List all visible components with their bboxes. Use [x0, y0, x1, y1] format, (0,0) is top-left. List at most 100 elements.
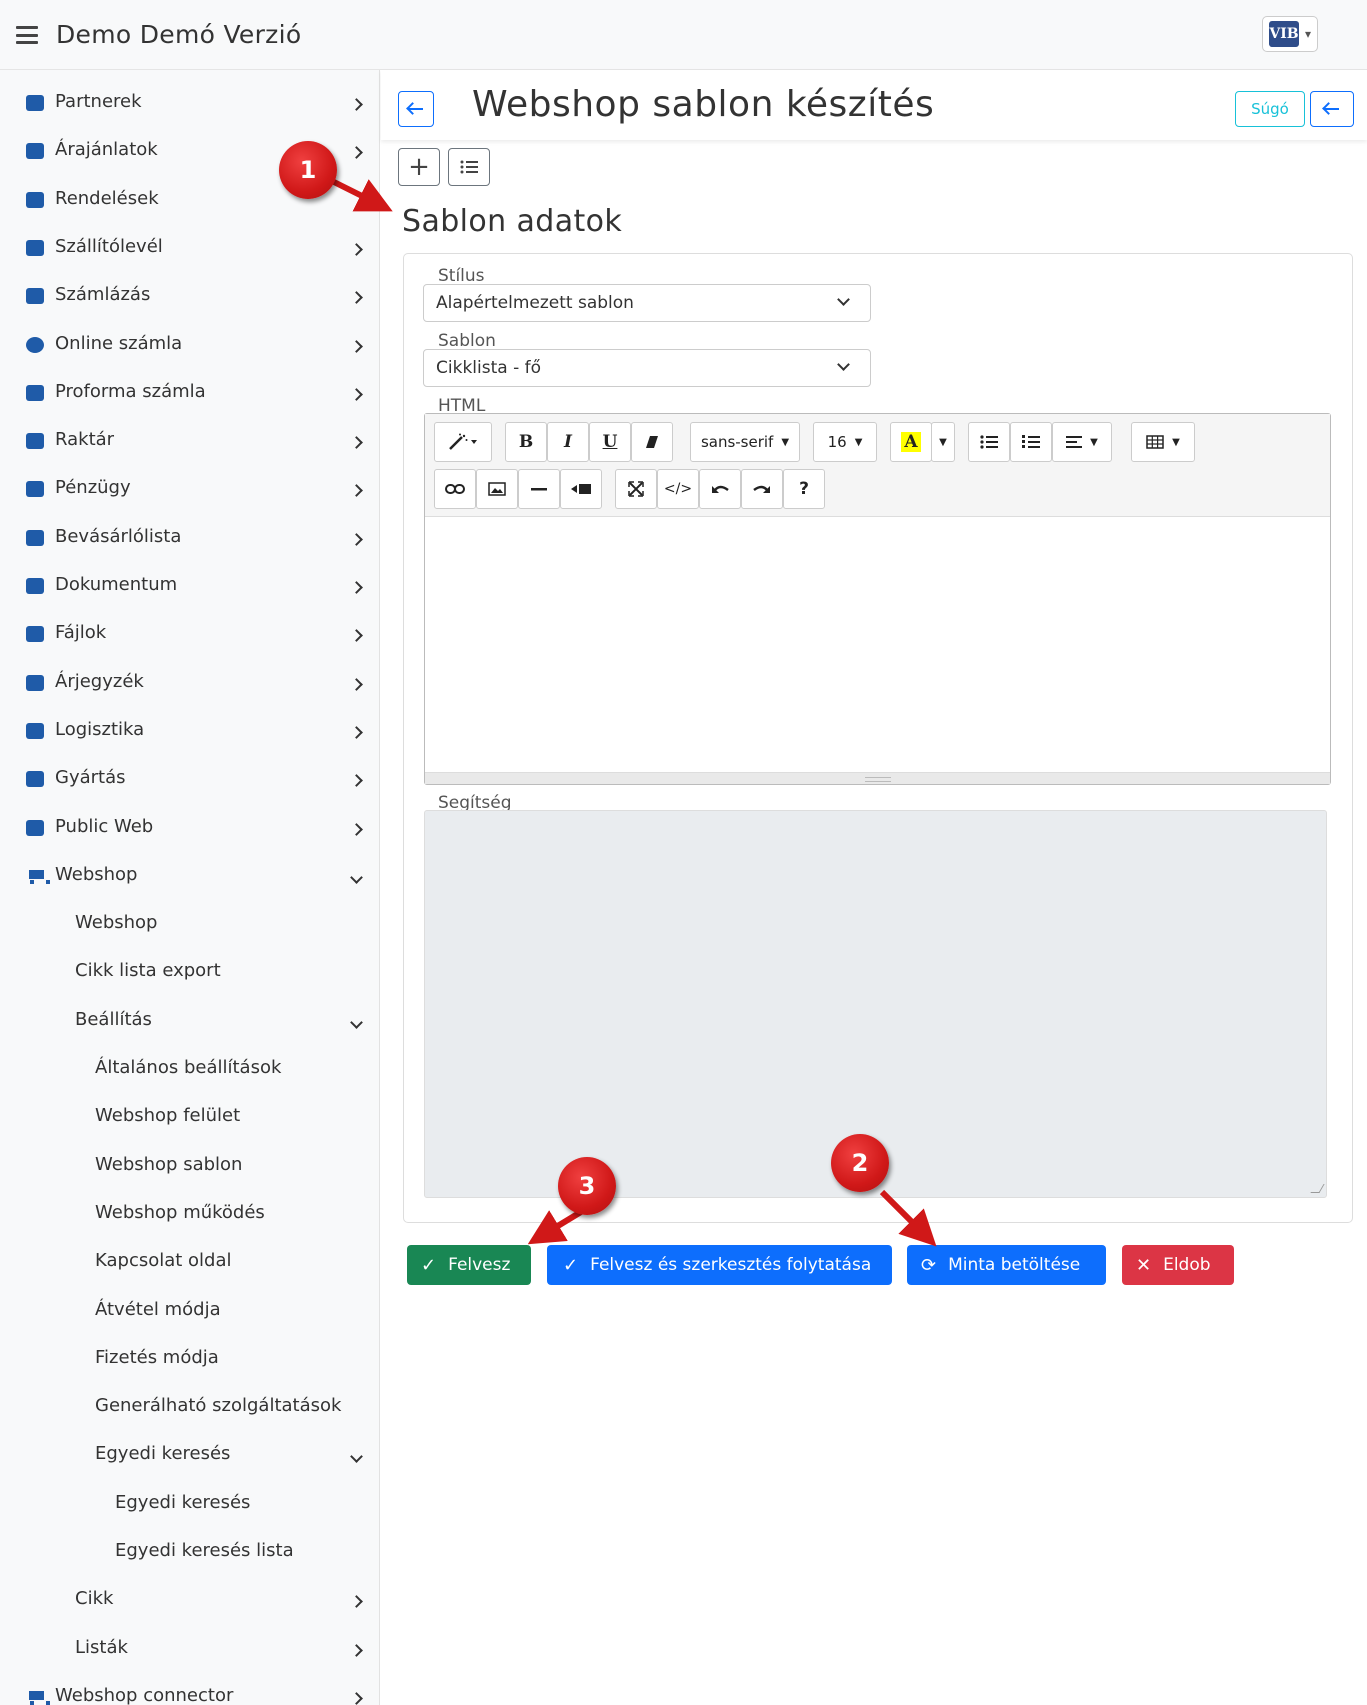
save-continue-button[interactable]: ✓ Felvesz és szerkesztés folytatása [547, 1245, 892, 1285]
chevron-right-icon [350, 91, 363, 113]
font-size-select[interactable]: 16 ▼ [813, 422, 877, 462]
sidebar-item-label: Webshop működés [95, 1201, 265, 1223]
video-icon[interactable] [560, 469, 602, 509]
sidebar-item-label: Webshop felület [95, 1105, 241, 1127]
chevron-right-icon [350, 1685, 363, 1705]
sidebar-item-label: Fájlok [55, 622, 107, 644]
code-view-icon[interactable]: </> [657, 469, 699, 509]
sidebar-item-label: Partnerek [55, 91, 142, 112]
sidebar-item-pénzügy[interactable]: Pénzügy [0, 465, 379, 513]
sidebar-item-kapcsolat-oldal[interactable]: Kapcsolat oldal [0, 1238, 379, 1286]
style-select[interactable]: Alapértelmezett sablon [423, 284, 871, 322]
sidebar-item-egyedi-keresés[interactable]: Egyedi keresés [0, 1431, 379, 1479]
sidebar-item-label: Kapcsolat oldal [95, 1250, 232, 1272]
back-button-right[interactable] [1310, 91, 1354, 127]
sidebar-item-átvétel-módja[interactable]: Átvétel módja [0, 1287, 379, 1335]
highlight-color-button[interactable]: A [890, 422, 932, 462]
sidebar-item-webshop[interactable]: Webshop [0, 900, 379, 948]
sidebar-item-szállítólevél[interactable]: Szállítólevél [0, 224, 379, 272]
sidebar-item-label: Cikk lista export [75, 960, 221, 982]
sidebar-item-listák[interactable]: Listák [0, 1625, 379, 1673]
add-button[interactable]: + [398, 148, 440, 186]
save-button[interactable]: ✓ Felvesz [407, 1245, 531, 1285]
logo-dropdown[interactable]: VIB ▾ [1262, 16, 1318, 52]
chevron-right-icon [350, 381, 363, 403]
eraser-icon[interactable] [631, 422, 673, 462]
html-editor-content[interactable] [425, 517, 1330, 772]
sidebar-item-egyedi-keresés[interactable]: Egyedi keresés [0, 1480, 379, 1528]
sidebar-item-cikk[interactable]: Cikk [0, 1576, 379, 1624]
top-bar: Demo Demó Verzió VIB ▾ [0, 0, 1367, 70]
sidebar: Partnerek Árajánlatok Rendelések Szállítóle… [0, 70, 380, 1705]
sidebar-item-label: Webshop connector [55, 1684, 234, 1705]
horizontal-rule-icon[interactable] [518, 469, 560, 509]
ordered-list-icon[interactable] [1010, 422, 1052, 462]
help-icon[interactable]: ? [783, 469, 825, 509]
sidebar-item-webshop-működés[interactable]: Webshop működés [0, 1190, 379, 1238]
sidebar-item-gyártás[interactable]: Gyártás [0, 755, 379, 803]
underline-button[interactable]: U [589, 422, 631, 462]
link-icon[interactable] [434, 469, 476, 509]
highlight-caret-icon[interactable]: ▼ [931, 422, 955, 462]
hamburger-menu-icon[interactable] [16, 26, 38, 44]
editor-resize-handle[interactable] [425, 772, 1330, 784]
image-icon[interactable] [476, 469, 518, 509]
sidebar-item-webshop-connector[interactable]: Webshop connector [0, 1673, 379, 1705]
sidebar-item-online-számla[interactable]: Online számla [0, 321, 379, 369]
help-button[interactable]: Súgó [1235, 91, 1305, 127]
list-button[interactable] [448, 148, 490, 186]
template-select[interactable]: Cikklista - fő [423, 349, 871, 387]
sidebar-item-label: Public Web [55, 815, 154, 837]
chevron-down-icon [350, 864, 363, 886]
sidebar-item-label: Gyártás [55, 767, 126, 789]
sidebar-item-label: Logisztika [55, 718, 145, 740]
italic-button[interactable]: I [547, 422, 589, 462]
sidebar-item-label: Webshop [75, 912, 158, 934]
sidebar-item-webshop-sablon[interactable]: Webshop sablon [0, 1142, 379, 1190]
bold-button[interactable]: B [505, 422, 547, 462]
sidebar-item-fizetés-módja[interactable]: Fizetés módja [0, 1335, 379, 1383]
annotation-marker-1: 1 [279, 141, 337, 199]
highlight-label: A [901, 432, 921, 452]
sidebar-item-bevásárlólista[interactable]: Bevásárlólista [0, 514, 379, 562]
html-editor: B I U sans-serif ▼ 16 ▼ A ▼ ▼ ▼ </> ? [424, 413, 1331, 785]
save-button-label: Felvesz [448, 1255, 511, 1275]
sidebar-item-generálható-szolgáltatások[interactable]: Generálható szolgáltatások [0, 1383, 379, 1431]
unordered-list-icon[interactable] [968, 422, 1010, 462]
editor-toolbar: B I U sans-serif ▼ 16 ▼ A ▼ ▼ ▼ </> ? [425, 414, 1330, 517]
sidebar-item-cikk-lista-export[interactable]: Cikk lista export [0, 948, 379, 996]
sidebar-item-beállítás[interactable]: Beállítás [0, 997, 379, 1045]
sidebar-item-számlázás[interactable]: Számlázás [0, 272, 379, 320]
money-icon [26, 481, 44, 498]
undo-icon[interactable] [699, 469, 741, 509]
sidebar-item-partnerek[interactable]: Partnerek [0, 79, 379, 127]
load-sample-button[interactable]: ⟳ Minta betöltése [907, 1245, 1106, 1285]
clipboard-icon [26, 239, 44, 256]
sidebar-item-egyedi-keresés-lista[interactable]: Egyedi keresés lista [0, 1528, 379, 1576]
sidebar-item-logisztika[interactable]: Logisztika [0, 707, 379, 755]
redo-icon[interactable] [741, 469, 783, 509]
sidebar-item-webshop[interactable]: Webshop [0, 852, 379, 900]
align-dropdown[interactable]: ▼ [1052, 422, 1112, 462]
sidebar-item-dokumentum[interactable]: Dokumentum [0, 562, 379, 610]
sidebar-item-általános-beállítások[interactable]: Általános beállítások [0, 1045, 379, 1093]
sidebar-item-webshop-felület[interactable]: Webshop felület [0, 1093, 379, 1141]
discard-button-label: Eldob [1163, 1255, 1211, 1275]
back-button[interactable] [398, 91, 434, 127]
load-sample-button-label: Minta betöltése [948, 1255, 1081, 1275]
sidebar-item-label: Egyedi keresés [95, 1443, 231, 1465]
sidebar-item-proforma-számla[interactable]: Proforma számla [0, 369, 379, 417]
sidebar-item-fájlok[interactable]: Fájlok [0, 610, 379, 658]
discard-button[interactable]: ✕ Eldob [1122, 1245, 1234, 1285]
font-family-select[interactable]: sans-serif ▼ [690, 422, 800, 462]
document-icon [26, 578, 44, 594]
sidebar-item-public-web[interactable]: Public Web [0, 804, 379, 852]
table-dropdown[interactable]: ▼ [1131, 422, 1195, 462]
sidebar-item-árjegyzék[interactable]: Árjegyzék [0, 659, 379, 707]
chevron-right-icon [350, 574, 363, 596]
magic-wand-icon[interactable] [434, 422, 492, 462]
sidebar-item-label: Rendelések [55, 187, 159, 209]
sidebar-item-raktár[interactable]: Raktár [0, 417, 379, 465]
dolly-icon [26, 722, 44, 739]
fullscreen-icon[interactable] [615, 469, 657, 509]
